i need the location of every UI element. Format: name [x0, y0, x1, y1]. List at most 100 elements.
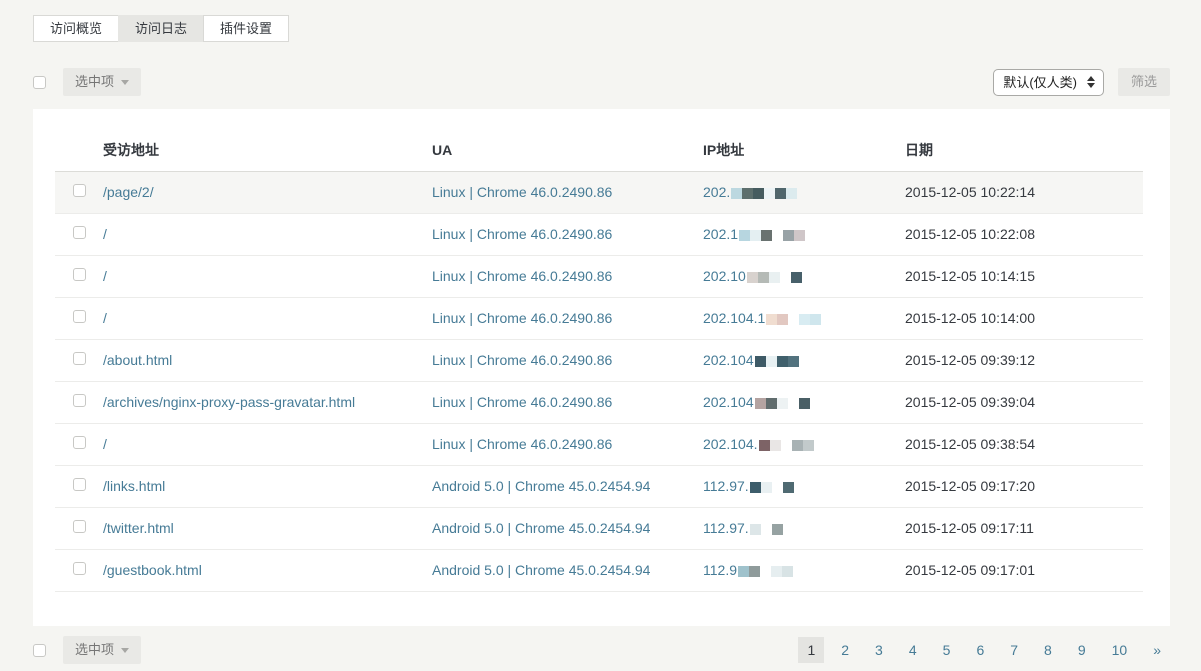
page-link[interactable]: 2	[832, 637, 858, 663]
row-ua-cell: Linux | Chrome 46.0.2490.86	[432, 339, 703, 381]
row-url-link[interactable]: /guestbook.html	[103, 562, 202, 578]
table-row: /guestbook.html Android 5.0 | Chrome 45.…	[55, 549, 1143, 591]
row-url-cell: /guestbook.html	[103, 549, 432, 591]
row-url-cell: /links.html	[103, 465, 432, 507]
log-card: 受访地址 UA IP地址 日期 /page/2/ Linux | Chrome …	[33, 109, 1170, 626]
filter-type-select[interactable]: 默认(仅人类)	[993, 69, 1104, 96]
row-ip-cell: 112.9	[703, 549, 905, 591]
page-link[interactable]: 3	[866, 637, 892, 663]
access-log-table: 受访地址 UA IP地址 日期 /page/2/ Linux | Chrome …	[55, 109, 1143, 592]
row-checkbox-cell	[55, 213, 103, 255]
row-ua-cell: Android 5.0 | Chrome 45.0.2454.94	[432, 549, 703, 591]
row-date-cell: 2015-12-05 10:22:08	[905, 213, 1143, 255]
row-ua-cell: Android 5.0 | Chrome 45.0.2454.94	[432, 465, 703, 507]
table-row: / Linux | Chrome 46.0.2490.86 202.104.1 …	[55, 297, 1143, 339]
row-url-link[interactable]: /about.html	[103, 352, 172, 368]
row-checkbox[interactable]	[73, 436, 86, 449]
row-checkbox[interactable]	[73, 520, 86, 533]
filter-type-selected-value: 默认(仅人类)	[1003, 75, 1077, 90]
row-checkbox[interactable]	[73, 268, 86, 281]
row-date-cell: 2015-12-05 09:17:11	[905, 507, 1143, 549]
row-date-cell: 2015-12-05 10:14:15	[905, 255, 1143, 297]
row-checkbox-cell	[55, 465, 103, 507]
row-date: 2015-12-05 09:39:04	[905, 394, 1035, 410]
row-checkbox[interactable]	[73, 478, 86, 491]
ip-censor-mosaic	[766, 314, 821, 325]
row-checkbox-cell	[55, 507, 103, 549]
row-date: 2015-12-05 10:22:14	[905, 184, 1035, 200]
row-checkbox[interactable]	[73, 184, 86, 197]
row-ua-cell: Android 5.0 | Chrome 45.0.2454.94	[432, 507, 703, 549]
row-checkbox[interactable]	[73, 394, 86, 407]
row-ip-prefix: 202.104.	[703, 436, 758, 452]
row-ip-cell: 202.104.	[703, 423, 905, 465]
row-ip-prefix: 202.104.1	[703, 310, 765, 326]
row-url-link[interactable]: /	[103, 436, 107, 452]
row-ip-prefix: 202.1	[703, 226, 738, 242]
row-ua-cell: Linux | Chrome 46.0.2490.86	[432, 213, 703, 255]
page-link[interactable]: 6	[967, 637, 993, 663]
row-checkbox[interactable]	[73, 226, 86, 239]
chevron-down-icon	[121, 648, 129, 653]
row-date: 2015-12-05 10:14:00	[905, 310, 1035, 326]
row-url-cell: /archives/nginx-proxy-pass-gravatar.html	[103, 381, 432, 423]
row-url-link[interactable]: /archives/nginx-proxy-pass-gravatar.html	[103, 394, 355, 410]
page-link[interactable]: 9	[1069, 637, 1095, 663]
row-date-cell: 2015-12-05 10:14:00	[905, 297, 1143, 339]
row-ua: Linux | Chrome 46.0.2490.86	[432, 226, 612, 242]
page-link[interactable]: 7	[1001, 637, 1027, 663]
row-checkbox[interactable]	[73, 352, 86, 365]
row-checkbox[interactable]	[73, 310, 86, 323]
row-ua: Linux | Chrome 46.0.2490.86	[432, 184, 612, 200]
toolbar-top: 选中项 默认(仅人类) 筛选	[33, 68, 1170, 96]
table-row: /archives/nginx-proxy-pass-gravatar.html…	[55, 381, 1143, 423]
filter-button[interactable]: 筛选	[1118, 68, 1170, 96]
page-number-3: 3	[866, 637, 892, 663]
row-url-link[interactable]: /	[103, 310, 107, 326]
next-page-link[interactable]: »	[1144, 637, 1170, 663]
table-row: /links.html Android 5.0 | Chrome 45.0.24…	[55, 465, 1143, 507]
table-row: / Linux | Chrome 46.0.2490.86 202.10 201…	[55, 255, 1143, 297]
select-all-checkbox-bottom[interactable]	[33, 644, 46, 657]
row-url-link[interactable]: /	[103, 268, 107, 284]
select-all-checkbox-top[interactable]	[33, 76, 46, 89]
row-ua: Linux | Chrome 46.0.2490.86	[432, 394, 612, 410]
ip-censor-mosaic	[731, 188, 797, 199]
row-ip-prefix: 112.9	[703, 562, 737, 578]
row-date-cell: 2015-12-05 09:38:54	[905, 423, 1143, 465]
row-url-link[interactable]: /twitter.html	[103, 520, 174, 536]
tab-plugin-settings[interactable]: 插件设置	[203, 15, 289, 42]
row-date-cell: 2015-12-05 10:22:14	[905, 171, 1143, 213]
row-ua: Linux | Chrome 46.0.2490.86	[432, 352, 612, 368]
bulk-action-button-top[interactable]: 选中项	[63, 68, 141, 96]
row-url-link[interactable]: /	[103, 226, 107, 242]
row-ip-prefix: 202.	[703, 184, 730, 200]
row-ip-cell: 112.97.	[703, 465, 905, 507]
tab-access-log[interactable]: 访问日志	[118, 15, 204, 42]
row-ua: Linux | Chrome 46.0.2490.86	[432, 268, 612, 284]
page-link[interactable]: 5	[934, 637, 960, 663]
row-ua-cell: Linux | Chrome 46.0.2490.86	[432, 255, 703, 297]
row-url-cell: /about.html	[103, 339, 432, 381]
row-url-link[interactable]: /page/2/	[103, 184, 154, 200]
row-ip-prefix: 112.97.	[703, 478, 749, 494]
ip-censor-mosaic	[759, 440, 814, 451]
page-link[interactable]: 8	[1035, 637, 1061, 663]
page-link[interactable]: 10	[1103, 637, 1137, 663]
page-link[interactable]: 1	[798, 637, 824, 663]
page-next: »	[1144, 637, 1170, 663]
ip-censor-mosaic	[755, 398, 810, 409]
ip-censor-mosaic	[739, 230, 805, 241]
page-number-6: 6	[967, 637, 993, 663]
row-ua: Android 5.0 | Chrome 45.0.2454.94	[432, 562, 650, 578]
page-number-5: 5	[934, 637, 960, 663]
row-checkbox[interactable]	[73, 562, 86, 575]
page-number-7: 7	[1001, 637, 1027, 663]
tab-overview[interactable]: 访问概览	[33, 15, 119, 42]
pagination: 123456789 10 »	[790, 637, 1170, 663]
row-ua-cell: Linux | Chrome 46.0.2490.86	[432, 171, 703, 213]
page-link[interactable]: 4	[900, 637, 926, 663]
bulk-action-button-bottom[interactable]: 选中项	[63, 636, 141, 664]
row-url-link[interactable]: /links.html	[103, 478, 165, 494]
row-date: 2015-12-05 09:17:20	[905, 478, 1035, 494]
